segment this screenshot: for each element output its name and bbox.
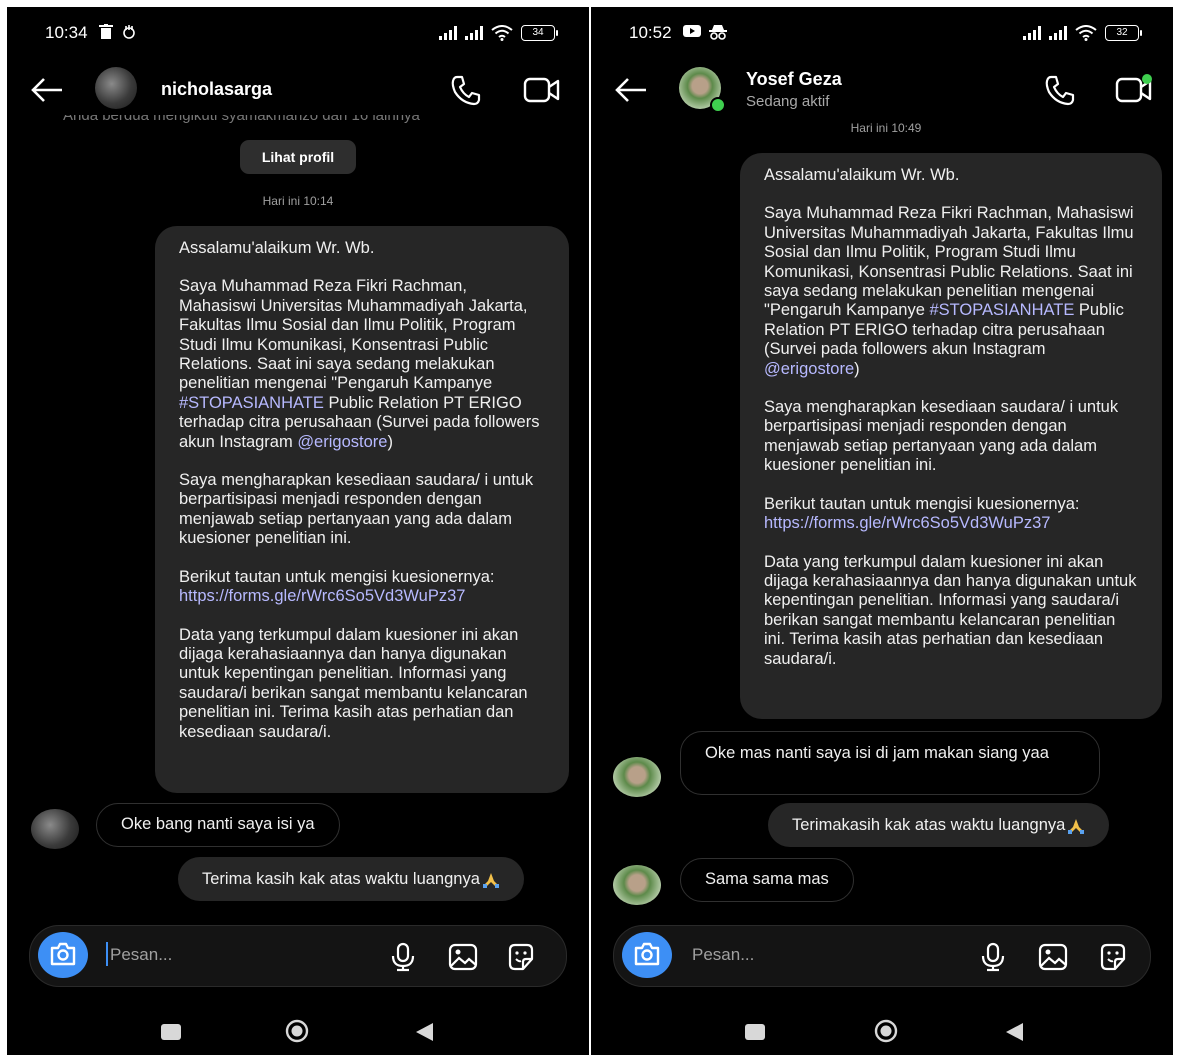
message-composer xyxy=(29,925,567,987)
contact-avatar-small[interactable] xyxy=(613,757,661,797)
contact-avatar-small[interactable] xyxy=(613,865,661,905)
message-intro: Saya Muhammad Reza Fikri Rachman, Mahasi… xyxy=(764,204,1134,378)
signal-icon xyxy=(465,26,483,40)
status-bar: 10:52 32 xyxy=(591,7,1173,59)
message-composer xyxy=(613,925,1151,987)
contact-avatar-small[interactable] xyxy=(31,809,79,849)
received-message-bubble[interactable]: Sama sama mas xyxy=(680,858,854,902)
message-closing: Data yang terkumpul dalam kuesioner ini … xyxy=(764,552,1137,668)
sent-message-bubble[interactable]: Assalamu'alaikum Wr. Wb. Saya Muhammad R… xyxy=(740,153,1162,719)
sticker-icon[interactable] xyxy=(506,942,536,972)
battery-indicator: 32 xyxy=(1105,25,1142,41)
contact-activity-status: Sedang aktif xyxy=(746,93,830,110)
folded-hands-emoji-icon xyxy=(482,872,499,888)
contact-name[interactable]: Yosef Geza xyxy=(746,69,842,90)
status-time: 10:52 xyxy=(629,23,672,42)
message-input[interactable] xyxy=(110,945,310,965)
phone-icon[interactable] xyxy=(449,73,483,107)
questionnaire-link[interactable]: https://forms.gle/rWrc6So5Vd3WuPz37 xyxy=(179,587,465,605)
gallery-icon[interactable] xyxy=(1038,942,1068,972)
back-arrow-icon[interactable] xyxy=(613,75,649,105)
microphone-icon[interactable] xyxy=(388,942,418,972)
hand-notification-icon xyxy=(123,25,135,39)
signal-icon xyxy=(1049,26,1067,40)
contact-name[interactable]: nicholasarga xyxy=(161,79,272,100)
nav-back-button[interactable] xyxy=(1003,1021,1025,1043)
recents-button[interactable] xyxy=(745,1024,765,1040)
message-request: Saya mengharapkan kesediaan saudara/ i u… xyxy=(179,471,534,548)
system-navigation-bar xyxy=(591,1007,1173,1055)
system-indicators: 34 xyxy=(439,25,558,41)
status-time: 10:34 xyxy=(45,23,88,42)
message-link-paragraph: Berikut tautan untuk mengisi kuesionerny… xyxy=(764,494,1080,533)
home-button[interactable] xyxy=(874,1019,898,1043)
camera-button[interactable] xyxy=(38,932,88,978)
sent-message-bubble[interactable]: Terima kasih kak atas waktu luangnya xyxy=(178,857,524,901)
received-message-bubble[interactable]: Oke bang nanti saya isi ya xyxy=(96,803,340,847)
youtube-notification-icon xyxy=(683,25,701,37)
signal-icon xyxy=(439,26,457,40)
battery-indicator: 34 xyxy=(521,25,558,41)
message-timestamp: Hari ini 10:14 xyxy=(262,194,334,208)
status-bar: 10:34 34 xyxy=(7,7,589,59)
message-greeting: Assalamu'alaikum Wr. Wb. xyxy=(179,239,375,257)
recents-button[interactable] xyxy=(161,1024,181,1040)
signal-icon xyxy=(1023,26,1041,40)
hashtag-link[interactable]: #STOPASIANHATE xyxy=(929,301,1074,319)
camera-button[interactable] xyxy=(622,932,672,978)
chat-screen-left: 10:34 34 nicholasarga Anda berdua mengik… xyxy=(7,7,589,1055)
message-request: Saya mengharapkan kesediaan saudara/ i u… xyxy=(764,398,1119,475)
gallery-icon[interactable] xyxy=(448,942,478,972)
message-link-paragraph: Berikut tautan untuk mengisi kuesionerny… xyxy=(179,567,495,606)
camera-icon xyxy=(50,942,76,966)
wifi-icon xyxy=(491,25,513,41)
home-button[interactable] xyxy=(285,1019,309,1043)
chat-header: nicholasarga xyxy=(7,59,589,123)
nav-back-button[interactable] xyxy=(413,1021,435,1043)
message-intro: Saya Muhammad Reza Fikri Rachman, Mahasi… xyxy=(179,277,540,451)
video-call-icon[interactable] xyxy=(1115,73,1153,107)
system-indicators: 32 xyxy=(1023,25,1142,41)
mention-link[interactable]: @erigostore xyxy=(764,360,854,378)
incognito-notification-icon xyxy=(709,25,727,40)
text-cursor xyxy=(106,942,108,966)
system-navigation-bar xyxy=(7,1007,589,1055)
view-profile-button[interactable]: Lihat profil xyxy=(240,140,356,174)
online-status-dot xyxy=(710,97,726,113)
mention-link[interactable]: @erigostore xyxy=(297,433,387,451)
avatar[interactable] xyxy=(95,67,137,109)
back-arrow-icon[interactable] xyxy=(29,75,65,105)
phone-icon[interactable] xyxy=(1043,73,1077,107)
questionnaire-link[interactable]: https://forms.gle/rWrc6So5Vd3WuPz37 xyxy=(764,514,1050,532)
trash-notification-icon xyxy=(99,24,113,39)
folded-hands-emoji-icon xyxy=(1068,818,1085,834)
chat-screen-right: 10:52 32 Yosef Geza Sedang aktif Hari in… xyxy=(591,7,1173,1055)
received-message-bubble[interactable]: Oke mas nanti saya isi di jam makan sian… xyxy=(680,731,1100,795)
chat-header: Yosef Geza Sedang aktif xyxy=(591,59,1173,123)
message-closing: Data yang terkumpul dalam kuesioner ini … xyxy=(179,625,528,741)
wifi-icon xyxy=(1075,25,1097,41)
message-greeting: Assalamu'alaikum Wr. Wb. xyxy=(764,166,960,184)
microphone-icon[interactable] xyxy=(978,942,1008,972)
message-input[interactable] xyxy=(692,945,892,965)
hashtag-link[interactable]: #STOPASIANHATE xyxy=(179,394,324,412)
sent-message-bubble[interactable]: Terimakasih kak atas waktu luangnya xyxy=(768,803,1110,847)
sticker-icon[interactable] xyxy=(1098,942,1128,972)
message-timestamp: Hari ini 10:49 xyxy=(850,121,922,135)
notification-icons xyxy=(99,24,137,40)
video-call-icon[interactable] xyxy=(523,73,561,107)
camera-icon xyxy=(634,942,660,966)
notification-icons xyxy=(683,24,727,40)
sent-message-bubble[interactable]: Assalamu'alaikum Wr. Wb. Saya Muhammad R… xyxy=(155,226,569,793)
